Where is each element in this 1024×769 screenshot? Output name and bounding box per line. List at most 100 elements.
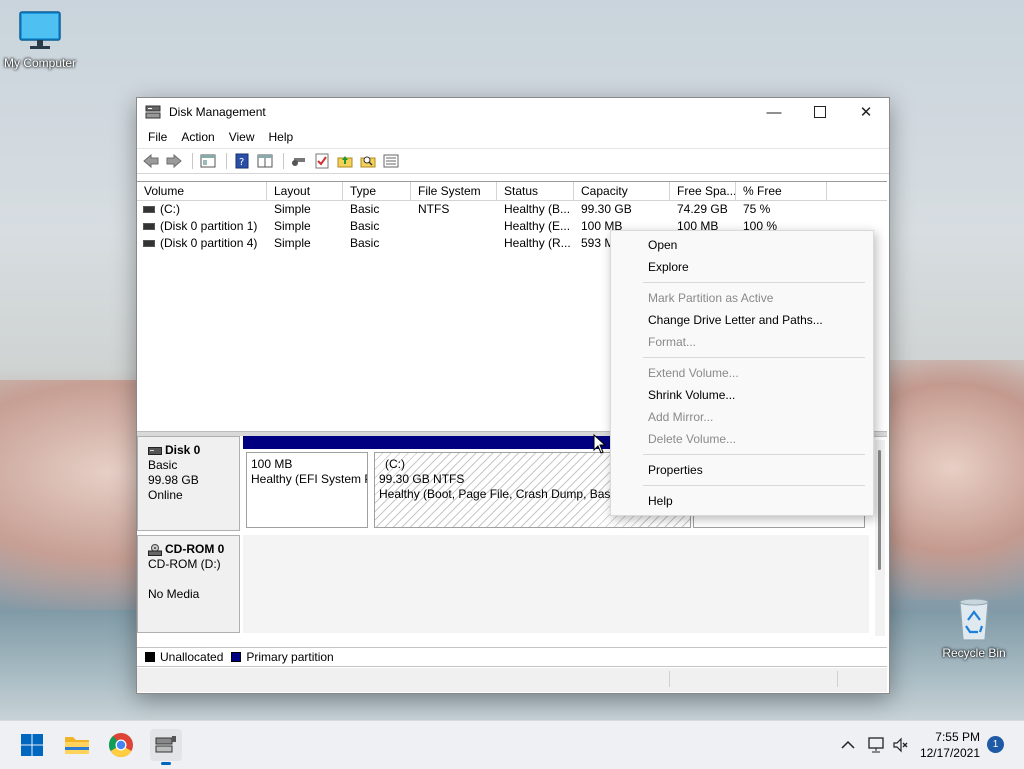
cdrom-state: No Media	[148, 587, 200, 601]
column-header-free-space[interactable]: Free Spa...	[670, 182, 736, 200]
legend-swatch-primary	[231, 652, 242, 662]
taskbar: 7:55 PM 12/17/2021 1	[0, 720, 1024, 769]
checklist-icon	[315, 153, 329, 169]
forward-arrow-icon	[166, 154, 182, 168]
status-divider	[669, 671, 670, 687]
volume-tray-button[interactable]	[885, 729, 917, 761]
taskbar-chrome[interactable]	[105, 729, 137, 761]
taskbar-clock[interactable]: 7:55 PM 12/17/2021	[920, 729, 980, 761]
menu-item-open[interactable]: Open	[648, 238, 677, 252]
column-header-volume[interactable]: Volume	[137, 182, 267, 200]
check-button[interactable]	[312, 151, 332, 171]
cell-file-system	[411, 235, 497, 252]
forward-button[interactable]	[164, 151, 184, 171]
recycle-bin-icon	[959, 598, 989, 641]
menu-action[interactable]: Action	[174, 130, 221, 144]
close-icon: ✕	[859, 104, 873, 121]
partition-size: 100 MB	[251, 457, 293, 471]
menu-file[interactable]: File	[141, 130, 174, 144]
column-header-capacity[interactable]: Capacity	[574, 182, 670, 200]
cdrom-empty-area	[243, 535, 869, 633]
menu-item-properties[interactable]: Properties	[648, 463, 703, 477]
maximize-button[interactable]	[797, 98, 843, 126]
notification-badge[interactable]: 1	[987, 736, 1004, 753]
partition-status: Healthy (EFI System P	[251, 472, 368, 486]
mouse-cursor-icon	[593, 434, 607, 454]
disk-map-scrollbar[interactable]	[875, 440, 885, 636]
chevron-up-icon	[841, 740, 855, 749]
minimize-icon: —	[766, 103, 782, 121]
desktop-icon-label: Recycle Bin	[942, 646, 1006, 660]
cell-volume: (Disk 0 partition 4)	[160, 236, 258, 250]
disk-0-label[interactable]: Disk 0 Basic 99.98 GB Online	[137, 436, 240, 531]
title-bar[interactable]: Disk Management — ✕	[137, 98, 889, 126]
disk-management-icon	[155, 736, 176, 753]
menu-item-add-mirror: Add Mirror...	[648, 410, 714, 424]
folder-up-button[interactable]	[335, 151, 355, 171]
taskbar-disk-management[interactable]	[150, 729, 182, 765]
cell-capacity: 99.30 GB	[581, 202, 632, 216]
partition-efi[interactable]: 100 MB Healthy (EFI System P	[243, 436, 371, 531]
menu-separator	[643, 485, 865, 486]
back-button[interactable]	[141, 151, 161, 171]
column-header-percent-free[interactable]: % Free	[736, 182, 827, 200]
menu-item-mark-active: Mark Partition as Active	[648, 291, 774, 305]
pane-icon	[257, 154, 273, 168]
close-button[interactable]: ✕	[843, 98, 889, 126]
cell-free-space: 74.29 GB	[677, 202, 728, 216]
svg-text:?: ?	[239, 157, 244, 168]
column-header-type[interactable]: Type	[343, 182, 411, 200]
menu-view[interactable]: View	[222, 130, 262, 144]
console-tree-icon	[200, 154, 216, 168]
properties-pane-button[interactable]	[255, 151, 275, 171]
minimize-button[interactable]: —	[751, 98, 797, 126]
cell-status: Healthy (B...	[504, 202, 571, 216]
monitor-icon	[19, 11, 61, 49]
column-header-status[interactable]: Status	[497, 182, 574, 200]
menu-item-help[interactable]: Help	[648, 494, 673, 508]
list-view-button[interactable]	[381, 151, 401, 171]
volume-icon	[143, 240, 155, 248]
menu-item-change-drive-letter[interactable]: Change Drive Letter and Paths...	[648, 313, 823, 327]
legend-swatch-unallocated	[145, 652, 155, 662]
menu-item-explore[interactable]: Explore	[648, 260, 689, 274]
cell-layout: Simple	[274, 219, 311, 233]
cdrom-0-row: CD-ROM 0 CD-ROM (D:) No Media	[137, 535, 871, 633]
desktop-icon-recycle-bin[interactable]: Recycle Bin	[934, 596, 1014, 660]
legend: Unallocated Primary partition	[137, 647, 887, 667]
start-button[interactable]	[16, 729, 48, 761]
column-header-layout[interactable]: Layout	[267, 182, 343, 200]
cell-percent-free: 75 %	[743, 202, 771, 216]
menu-help[interactable]: Help	[262, 130, 301, 144]
maximize-icon	[814, 106, 826, 118]
show-hide-console-button[interactable]	[198, 151, 218, 171]
menu-item-shrink-volume[interactable]: Shrink Volume...	[648, 388, 735, 402]
disk-name: Disk 0	[165, 443, 201, 457]
cell-type: Basic	[350, 202, 380, 216]
search-folder-button[interactable]	[358, 151, 378, 171]
menu-item-delete-volume: Delete Volume...	[648, 432, 737, 446]
status-bar	[137, 668, 887, 692]
column-header-file-system[interactable]: File System	[411, 182, 497, 200]
table-row[interactable]: (C:) Simple Basic NTFS Healthy (B... 99.…	[137, 201, 887, 218]
toolbar-separator	[192, 153, 193, 169]
active-app-indicator	[161, 762, 171, 765]
desktop-icon-my-computer[interactable]: My Computer	[0, 10, 80, 70]
disk-management-icon	[145, 105, 161, 119]
scrollbar-thumb[interactable]	[878, 450, 881, 570]
cd-drive-icon	[148, 543, 162, 556]
taskbar-file-explorer[interactable]	[61, 729, 93, 761]
partition-size: 99.30 GB NTFS	[379, 472, 465, 486]
cell-volume: (C:)	[160, 202, 180, 216]
network-icon	[868, 737, 884, 753]
back-arrow-icon	[143, 154, 159, 168]
connect-button[interactable]	[289, 151, 309, 171]
volume-icon	[143, 206, 155, 214]
partition-status: Healthy (Boot, Page File, Crash Dump, Ba…	[379, 487, 620, 501]
help-button[interactable]: ?	[232, 151, 252, 171]
disk-size: 99.98 GB	[148, 473, 199, 487]
clock-time: 7:55 PM	[935, 730, 980, 744]
desktop-icon-label: My Computer	[3, 56, 77, 70]
menu-bar: File Action View Help	[137, 126, 889, 148]
cdrom-0-label[interactable]: CD-ROM 0 CD-ROM (D:) No Media	[137, 535, 240, 633]
